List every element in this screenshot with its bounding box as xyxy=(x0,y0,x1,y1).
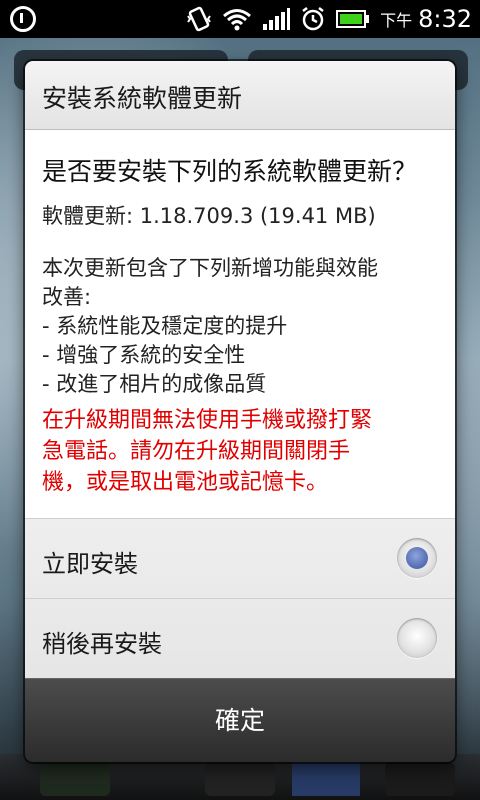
battery-icon xyxy=(336,10,370,28)
phone-icon xyxy=(40,762,110,796)
radio-install-later[interactable] xyxy=(397,618,437,658)
status-bar: 下午 8:32 xyxy=(0,0,480,38)
option-label: 立即安裝 xyxy=(42,550,138,578)
update-warning: 在升級期間無法使用手機或撥打緊 急電話。請勿在升級期間關閉手 機，或是取出電池或… xyxy=(42,405,447,498)
update-question: 是否要安裝下列的系統軟體更新？ xyxy=(42,157,418,186)
install-update-dialog: 安裝系統軟體更新 是否要安裝下列的系統軟體更新？ 軟體更新: 1.18.709.… xyxy=(25,61,455,762)
update-description: 本次更新包含了下列新增功能與效能 改善: - 系統性能及穩定度的提升 - 增強了… xyxy=(42,254,442,399)
camera-icon xyxy=(385,762,455,796)
description-line: - 系統性能及穩定度的提升 xyxy=(42,314,288,338)
warning-line: 在升級期間無法使用手機或撥打緊 xyxy=(42,408,373,433)
description-line: - 增強了系統的安全性 xyxy=(42,343,246,367)
option-install-later[interactable]: 稍後再安裝 xyxy=(25,598,455,678)
clock-time: 8:32 xyxy=(418,5,472,33)
dialog-header: 安裝系統軟體更新 xyxy=(25,61,455,130)
warning-line: 急電話。請勿在升級期間關閉手 xyxy=(42,439,351,464)
description-line: 改善: xyxy=(42,285,92,309)
dialog-title: 安裝系統軟體更新 xyxy=(42,84,243,113)
description-line: 本次更新包含了下列新增功能與效能 xyxy=(42,256,378,280)
option-label: 稍後再安裝 xyxy=(42,630,162,658)
radio-install-now[interactable] xyxy=(397,538,437,578)
description-line: - 改進了相片的成像品質 xyxy=(42,372,267,396)
ok-button[interactable]: 確定 xyxy=(25,679,455,762)
warning-line: 機，或是取出電池或記憶卡。 xyxy=(42,470,329,495)
time-ampm: 下午 xyxy=(380,11,413,30)
download-icon xyxy=(10,6,36,32)
vibrate-icon xyxy=(187,6,211,32)
signal-icon xyxy=(263,8,291,30)
radio-selected-dot xyxy=(406,547,428,569)
dialog-footer: 確定 xyxy=(25,678,455,762)
dialog-body: 是否要安裝下列的系統軟體更新？ 軟體更新: 1.18.709.3 (19.41 … xyxy=(25,130,455,518)
market-icon xyxy=(292,762,360,796)
update-version: 軟體更新: 1.18.709.3 (19.41 MB) xyxy=(42,204,376,228)
install-options: 立即安裝 稍後再安裝 xyxy=(25,518,455,678)
wifi-icon xyxy=(223,9,252,31)
app-drawer-icon xyxy=(205,762,275,796)
option-install-now[interactable]: 立即安裝 xyxy=(25,518,455,598)
alarm-icon xyxy=(302,7,324,31)
